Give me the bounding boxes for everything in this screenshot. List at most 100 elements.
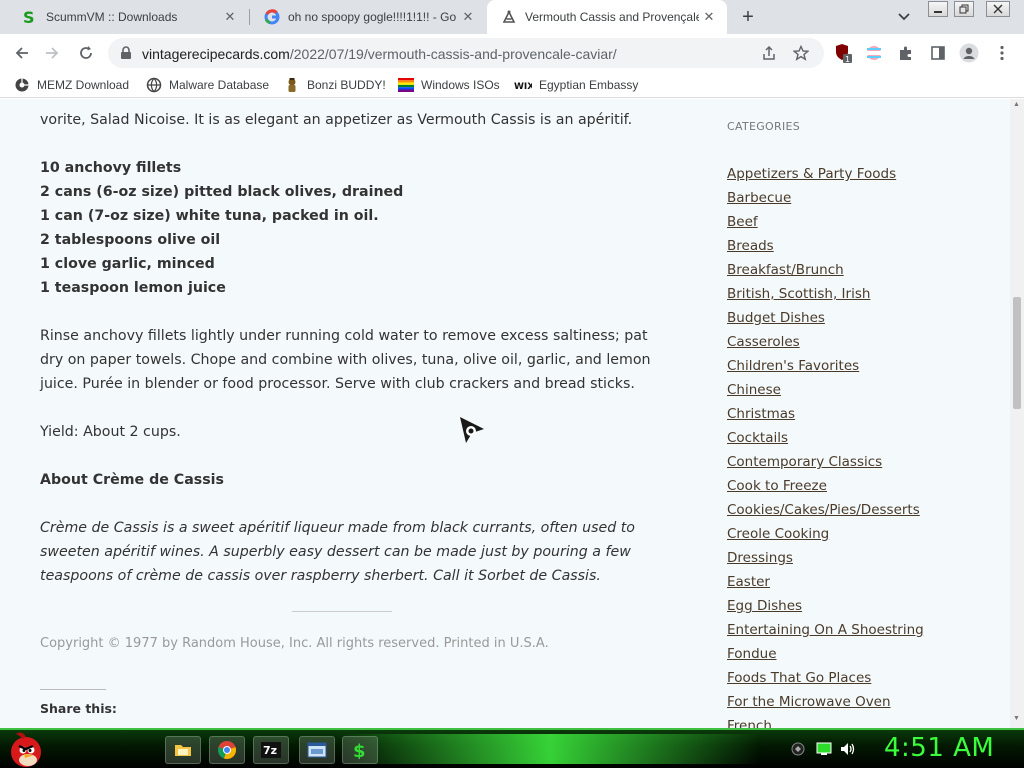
menu-kebab-icon[interactable] bbox=[992, 43, 1012, 63]
taskbar-7zip[interactable]: 7z bbox=[253, 736, 289, 764]
intro-paragraph: vorite, Salad Nicoise. It is as elegant … bbox=[40, 112, 633, 128]
reload-button[interactable] bbox=[72, 39, 100, 67]
url-path: /2022/07/19/vermouth-cassis-and-provenca… bbox=[289, 46, 617, 62]
scrollbar-thumb[interactable] bbox=[1013, 297, 1021, 409]
bookmark-malware-database[interactable]: Malware Database bbox=[146, 76, 269, 94]
about-heading: About Crème de Cassis bbox=[40, 472, 224, 488]
scroll-down-arrow-icon[interactable]: ▼ bbox=[1013, 715, 1020, 722]
minimize-button[interactable] bbox=[928, 1, 948, 17]
browser-toolbar: vintagerecipecards.com/2022/07/19/vermou… bbox=[0, 34, 1024, 72]
start-button[interactable] bbox=[4, 730, 48, 768]
taskbar-scummvm[interactable]: $ bbox=[342, 736, 378, 764]
copyright-text: Copyright © 1977 by Random House, Inc. A… bbox=[40, 636, 549, 651]
svg-text:S: S bbox=[23, 9, 35, 25]
reload-icon bbox=[80, 46, 92, 59]
category-link[interactable]: Casseroles bbox=[727, 333, 924, 357]
category-link[interactable]: French bbox=[727, 717, 924, 728]
bookmark-label: Bonzi BUDDY! bbox=[307, 78, 386, 92]
ublock-extension-icon[interactable]: 1 bbox=[833, 43, 853, 63]
close-tab-icon[interactable]: ✕ bbox=[220, 7, 240, 27]
page-scrollbar[interactable]: ▲ ▼ bbox=[1010, 99, 1024, 728]
tray-volume-icon[interactable] bbox=[840, 741, 856, 757]
taskbar-chrome[interactable] bbox=[209, 736, 245, 764]
chevron-down-icon bbox=[898, 13, 910, 21]
ingredient-line: 1 can (7-oz size) white tuna, packed in … bbox=[40, 208, 379, 224]
file-explorer-icon bbox=[175, 745, 191, 756]
angry-bird-icon bbox=[11, 732, 41, 767]
category-link[interactable]: British, Scottish, Irish bbox=[727, 285, 924, 309]
category-link[interactable]: Beef bbox=[727, 213, 924, 237]
category-link[interactable]: Foods That Go Places bbox=[727, 669, 924, 693]
close-window-button[interactable] bbox=[986, 1, 1010, 17]
categories-title: CATEGORIES bbox=[727, 120, 801, 133]
about-line: teaspoons of crème de cassis over raspbe… bbox=[40, 568, 601, 584]
pride-extension-icon[interactable] bbox=[864, 43, 884, 63]
close-tab-icon[interactable]: ✕ bbox=[458, 7, 478, 27]
tray-network-icon[interactable] bbox=[790, 741, 806, 757]
taskbar-window-app[interactable] bbox=[299, 736, 335, 764]
forward-button[interactable] bbox=[38, 39, 66, 67]
category-link[interactable]: Appetizers & Party Foods bbox=[727, 165, 924, 189]
recipe-site-icon bbox=[501, 9, 517, 25]
category-link[interactable]: Contemporary Classics bbox=[727, 453, 924, 477]
scroll-up-arrow-icon[interactable]: ▲ bbox=[1013, 101, 1020, 108]
category-link[interactable]: Cook to Freeze bbox=[727, 477, 924, 501]
bookmark-bonzi-buddy[interactable]: Bonzi BUDDY! bbox=[284, 76, 386, 94]
forward-arrow-icon bbox=[46, 47, 59, 59]
category-link[interactable]: Breakfast/Brunch bbox=[727, 261, 924, 285]
category-link[interactable]: Entertaining On A Shoestring bbox=[727, 621, 924, 645]
category-link[interactable]: Cookies/Cakes/Pies/Desserts bbox=[727, 501, 924, 525]
memz-icon bbox=[14, 77, 30, 93]
svg-text:1: 1 bbox=[845, 55, 850, 63]
taskbar-clock[interactable]: 4:51 AM bbox=[884, 733, 994, 763]
directions-line: dry on paper towels. Chope and combine w… bbox=[40, 352, 651, 368]
bonzi-icon bbox=[284, 77, 300, 93]
bookmark-label: MEMZ Download bbox=[37, 78, 130, 92]
side-panel-icon[interactable] bbox=[928, 43, 948, 63]
category-link[interactable]: Fondue bbox=[727, 645, 924, 669]
ingredient-line: 2 tablespoons olive oil bbox=[40, 232, 221, 248]
category-link[interactable]: Cocktails bbox=[727, 429, 924, 453]
restore-button[interactable] bbox=[954, 1, 974, 17]
category-link[interactable]: Children's Favorites bbox=[727, 357, 924, 381]
lock-icon[interactable] bbox=[120, 46, 132, 65]
close-tab-icon[interactable]: ✕ bbox=[699, 7, 719, 27]
category-link[interactable]: Chinese bbox=[727, 381, 924, 405]
category-link[interactable]: Dressings bbox=[727, 549, 924, 573]
bookmark-memz[interactable]: MEMZ Download bbox=[14, 76, 129, 94]
category-link[interactable]: Barbecue bbox=[727, 189, 924, 213]
bookmark-star-icon[interactable] bbox=[792, 44, 810, 62]
tab-scummvm[interactable]: S ScummVM :: Downloads ✕ bbox=[8, 0, 248, 34]
tab-google[interactable]: oh no spoopy gogle!!!!1!1!! - Go ✕ bbox=[250, 0, 486, 34]
url-text[interactable]: vintagerecipecards.com/2022/07/19/vermou… bbox=[142, 46, 617, 62]
new-tab-button[interactable]: + bbox=[736, 5, 760, 29]
share-heading: Share this: bbox=[40, 701, 117, 716]
wix-icon: WIX bbox=[514, 77, 532, 93]
category-link[interactable]: Breads bbox=[727, 237, 924, 261]
back-button[interactable] bbox=[8, 39, 36, 67]
tray-monitor-icon[interactable] bbox=[816, 741, 832, 757]
profile-avatar-icon[interactable] bbox=[959, 43, 979, 63]
category-link[interactable]: Budget Dishes bbox=[727, 309, 924, 333]
bookmark-label: Egyptian Embassy bbox=[539, 78, 639, 92]
address-bar[interactable]: vintagerecipecards.com/2022/07/19/vermou… bbox=[108, 38, 824, 68]
bookmark-egyptian-embassy[interactable]: WIX Egyptian Embassy bbox=[514, 76, 638, 94]
puzzle-extensions-icon[interactable] bbox=[896, 43, 916, 63]
ingredient-line: 1 teaspoon lemon juice bbox=[40, 280, 226, 296]
category-link[interactable]: Egg Dishes bbox=[727, 597, 924, 621]
svg-text:$: $ bbox=[353, 741, 366, 759]
tab-search-button[interactable] bbox=[893, 6, 915, 28]
category-link[interactable]: Easter bbox=[727, 573, 924, 597]
category-link[interactable]: Creole Cooking bbox=[727, 525, 924, 549]
svg-text:WIX: WIX bbox=[514, 82, 532, 90]
category-link[interactable]: For the Microwave Oven bbox=[727, 693, 924, 717]
tab-vermouth-cassis[interactable]: Vermouth Cassis and Provençale ✕ bbox=[487, 0, 727, 34]
svg-text:7z: 7z bbox=[263, 744, 277, 757]
7zip-icon: 7z bbox=[261, 742, 281, 758]
ingredient-line: 2 cans (6-oz size) pitted black olives, … bbox=[40, 184, 404, 200]
share-icon[interactable] bbox=[760, 44, 778, 62]
category-link[interactable]: Christmas bbox=[727, 405, 924, 429]
taskbar-file-explorer[interactable] bbox=[165, 736, 201, 764]
bookmark-windows-isos[interactable]: Windows ISOs bbox=[398, 76, 500, 94]
scummvm-icon: S bbox=[22, 9, 38, 25]
